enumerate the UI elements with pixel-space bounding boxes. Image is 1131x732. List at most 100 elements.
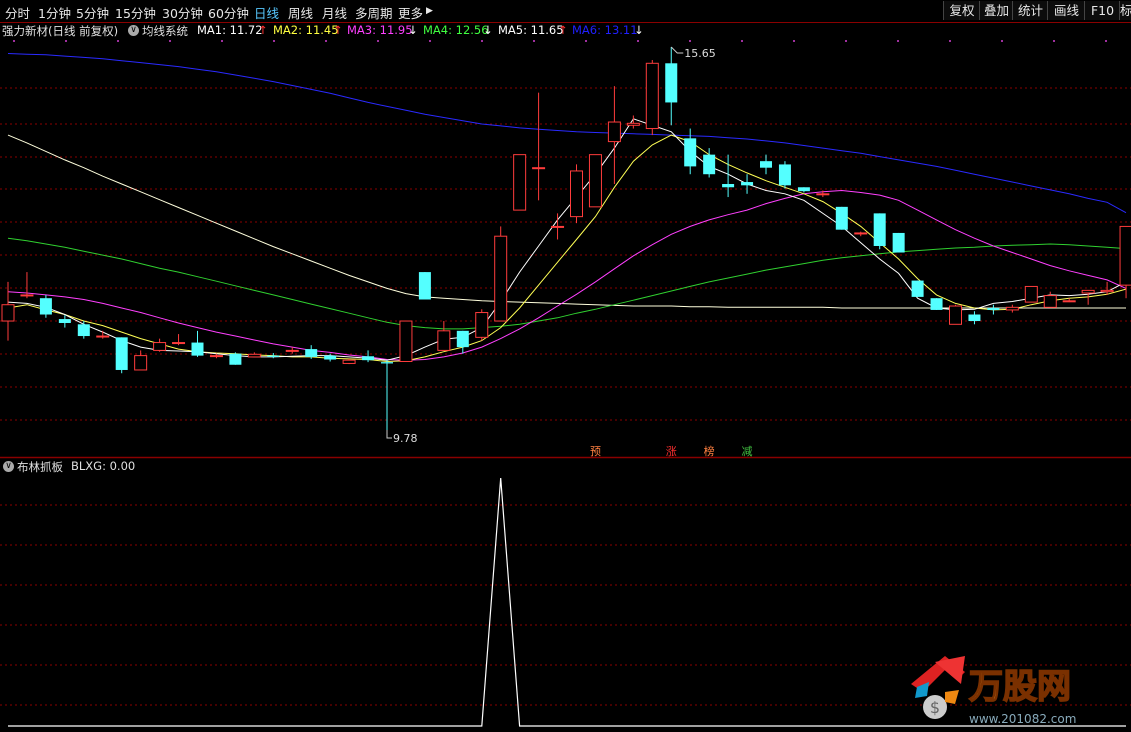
- top-dot-mark: [897, 40, 899, 42]
- candle-body: [760, 161, 772, 168]
- candle-body: [1100, 289, 1114, 293]
- candle-body: [267, 355, 280, 357]
- candle-body: [247, 353, 261, 358]
- top-dot-mark: [689, 40, 691, 42]
- candle-body: [968, 314, 981, 322]
- indicator-value: BLXG: 0.00: [71, 459, 136, 473]
- candle: [267, 353, 280, 359]
- signal-marker: 榜: [704, 444, 715, 458]
- candle-body: [684, 138, 697, 167]
- top-dot-mark: [845, 40, 847, 42]
- candle: [475, 309, 489, 341]
- candle: [134, 350, 148, 371]
- candle-body: [949, 305, 962, 325]
- candle-body: [513, 154, 527, 211]
- brand-logo-icon: $: [911, 656, 965, 719]
- candle-body: [456, 330, 469, 348]
- top-dot-mark: [169, 40, 171, 42]
- candle: [532, 92, 546, 201]
- candle-body: [987, 307, 1000, 310]
- candle-body: [191, 342, 204, 356]
- candle-body: [153, 342, 167, 351]
- candle-body: [703, 154, 716, 175]
- candle-body: [1, 304, 15, 322]
- candle-body: [835, 206, 848, 230]
- brand-url: www.201082.com: [969, 712, 1076, 726]
- candle: [892, 232, 905, 253]
- candle-body: [626, 122, 640, 126]
- indicator-dropdown-icon[interactable]: ∨: [3, 461, 14, 472]
- candle-body: [229, 353, 242, 365]
- candle-body: [778, 164, 791, 186]
- candle: [305, 345, 318, 359]
- candle-body: [930, 298, 943, 310]
- candle: [77, 321, 90, 339]
- candle-body: [1119, 225, 1131, 286]
- candle-body: [20, 294, 34, 297]
- candle: [324, 353, 337, 362]
- indicator-panel-name[interactable]: 布林抓板: [17, 459, 63, 475]
- candle: [456, 330, 469, 354]
- candle-body: [39, 298, 52, 315]
- candle: [949, 304, 962, 325]
- candle-body: [342, 359, 356, 364]
- candle-body: [58, 319, 71, 323]
- candle-body: [77, 324, 90, 337]
- candle-body: [588, 154, 602, 208]
- candle: [247, 352, 261, 358]
- candle-body: [873, 213, 886, 246]
- candle: [741, 174, 754, 194]
- candle-body: [418, 272, 431, 300]
- candle: [399, 320, 413, 362]
- candle: [115, 337, 128, 374]
- signal-marker: 减: [742, 445, 753, 458]
- signal-marker: 预: [590, 445, 601, 458]
- candle-body: [494, 235, 508, 322]
- candle: [494, 226, 508, 322]
- candle: [645, 60, 659, 136]
- candle-body: [532, 167, 546, 170]
- candle-body: [741, 182, 754, 186]
- top-dot-mark: [741, 40, 743, 42]
- candle-body: [607, 121, 621, 143]
- top-dot-mark: [429, 40, 431, 42]
- top-dot-mark: [377, 40, 379, 42]
- top-dot-mark: [585, 40, 587, 42]
- candle: [1005, 304, 1019, 313]
- candle-body: [1081, 289, 1095, 294]
- top-dot-mark: [273, 40, 275, 42]
- candle: [342, 358, 356, 365]
- top-dot-mark: [949, 40, 951, 42]
- candle-body: [1024, 285, 1038, 303]
- kline-chart: 15.65 9.78 预 涨 榜 减: [0, 22, 1131, 727]
- candle: [835, 206, 848, 230]
- candle: [418, 272, 431, 300]
- candle-body: [722, 184, 735, 188]
- low-pointer: [386, 430, 392, 439]
- candle: [854, 231, 868, 237]
- candle-body: [570, 170, 583, 218]
- top-dot-mark: [637, 40, 639, 42]
- candle-body: [324, 355, 337, 360]
- top-dot-mark: [221, 40, 223, 42]
- top-dot-mark: [1053, 40, 1055, 42]
- top-dot-mark: [481, 40, 483, 42]
- candle-body: [665, 63, 678, 103]
- brand-watermark: $ 万股网 www.201082.com: [911, 656, 1076, 726]
- brand-name: 万股网: [969, 667, 1071, 707]
- candle-body: [1062, 300, 1076, 303]
- candle-body: [475, 312, 489, 338]
- candle: [1024, 285, 1038, 303]
- candle: [778, 161, 791, 189]
- candle-body: [209, 355, 223, 358]
- signal-marker: 涨: [666, 445, 677, 458]
- candle: [570, 164, 583, 224]
- candle: [20, 272, 34, 299]
- high-pointer: [670, 46, 684, 54]
- candle-body: [911, 280, 924, 297]
- candle-body: [381, 362, 393, 364]
- candle: [513, 154, 527, 211]
- top-dot-mark: [13, 40, 15, 42]
- candle-body: [854, 232, 868, 235]
- candle-body: [362, 356, 375, 361]
